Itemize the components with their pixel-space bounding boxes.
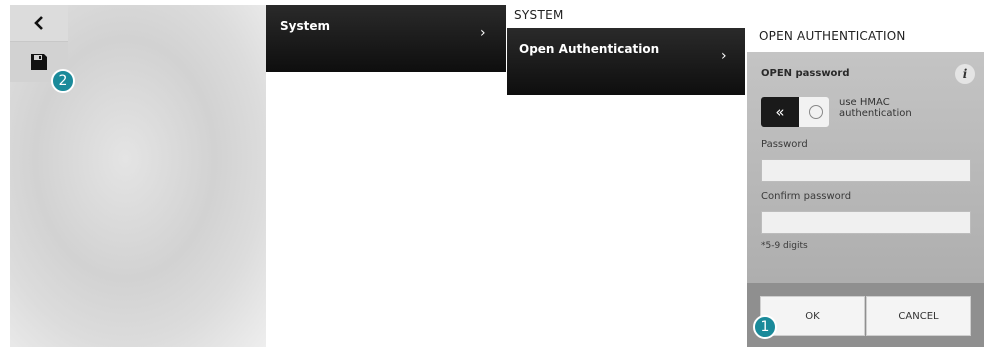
open-password-label: OPEN password xyxy=(761,68,850,79)
menu-item-open-authentication-label: Open Authentication xyxy=(519,42,660,56)
toggle-arrow-icon: « xyxy=(761,97,799,127)
ok-button-label: OK xyxy=(805,310,820,322)
device-background xyxy=(10,5,266,347)
password-input[interactable] xyxy=(761,159,971,182)
callout-badge-1: 1 xyxy=(753,315,777,339)
confirm-password-input[interactable] xyxy=(761,211,971,234)
floppy-disk-icon xyxy=(31,54,47,70)
auth-panel: OPEN password i « use HMAC authenticatio… xyxy=(747,52,984,347)
menu-item-open-authentication[interactable]: Open Authentication › xyxy=(507,28,745,95)
chevron-right-icon: › xyxy=(480,25,486,41)
screen: 2 System › SYSTEM Open Authentication › … xyxy=(0,0,989,347)
chevron-right-icon: › xyxy=(721,48,727,64)
hmac-label: use HMAC authentication xyxy=(839,97,912,119)
toggle-knob xyxy=(809,105,823,119)
menu-item-system-label: System xyxy=(280,19,330,33)
cancel-button[interactable]: CANCEL xyxy=(866,296,971,336)
section-title-system: SYSTEM xyxy=(514,8,564,22)
back-button[interactable] xyxy=(10,5,68,42)
menu-item-system[interactable]: System › xyxy=(266,5,506,72)
digits-note: *5-9 digits xyxy=(761,241,808,251)
page-title: OPEN AUTHENTICATION xyxy=(759,29,906,43)
info-icon[interactable]: i xyxy=(955,64,975,84)
cancel-button-label: CANCEL xyxy=(898,310,939,322)
password-label: Password xyxy=(761,139,808,150)
chevron-left-icon xyxy=(34,16,43,30)
hmac-toggle[interactable]: « xyxy=(761,97,829,127)
callout-badge-2: 2 xyxy=(51,69,75,93)
confirm-password-label: Confirm password xyxy=(761,191,852,202)
